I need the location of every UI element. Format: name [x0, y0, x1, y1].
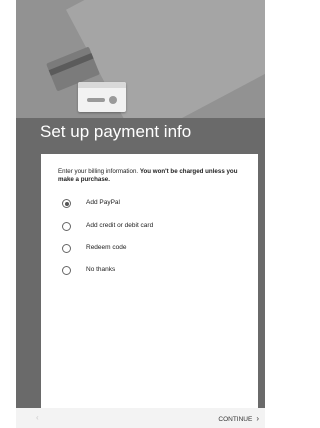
continue-button[interactable]: CONTINUE › — [218, 414, 259, 423]
option-no-thanks[interactable]: No thanks — [62, 265, 242, 277]
options-panel: Enter your billing information. You won'… — [41, 154, 258, 408]
radio-button[interactable] — [62, 244, 71, 253]
radio-button-selected[interactable] — [62, 199, 71, 208]
card-circle — [109, 96, 117, 104]
option-label: Add PayPal — [86, 199, 120, 206]
page-title: Set up payment info — [40, 122, 192, 141]
radio-button[interactable] — [62, 222, 71, 231]
radio-dot — [64, 201, 69, 206]
option-redeem-code[interactable]: Redeem code — [62, 243, 242, 255]
continue-label: CONTINUE — [218, 416, 253, 423]
chevron-left-icon[interactable]: ‹ — [36, 413, 39, 422]
card-front-icon — [78, 82, 126, 112]
billing-description: Enter your billing information. You won'… — [58, 168, 238, 183]
option-add-card[interactable]: Add credit or debit card — [62, 221, 242, 233]
option-add-paypal[interactable]: Add PayPal — [62, 198, 242, 210]
card-stripe — [48, 52, 94, 76]
radio-button[interactable] — [62, 266, 71, 275]
header-illustration — [16, 0, 265, 118]
chevron-right-icon: › — [256, 414, 259, 423]
description-text: Enter your billing information. — [58, 168, 140, 175]
card-top-band — [78, 82, 126, 88]
payment-setup-screen: Set up payment info Enter your billing i… — [16, 0, 265, 428]
card-line — [87, 98, 105, 102]
option-label: No thanks — [86, 266, 116, 273]
footer-bar: ‹ CONTINUE › — [16, 408, 265, 428]
option-label: Add credit or debit card — [86, 222, 154, 229]
option-label: Redeem code — [86, 244, 127, 251]
